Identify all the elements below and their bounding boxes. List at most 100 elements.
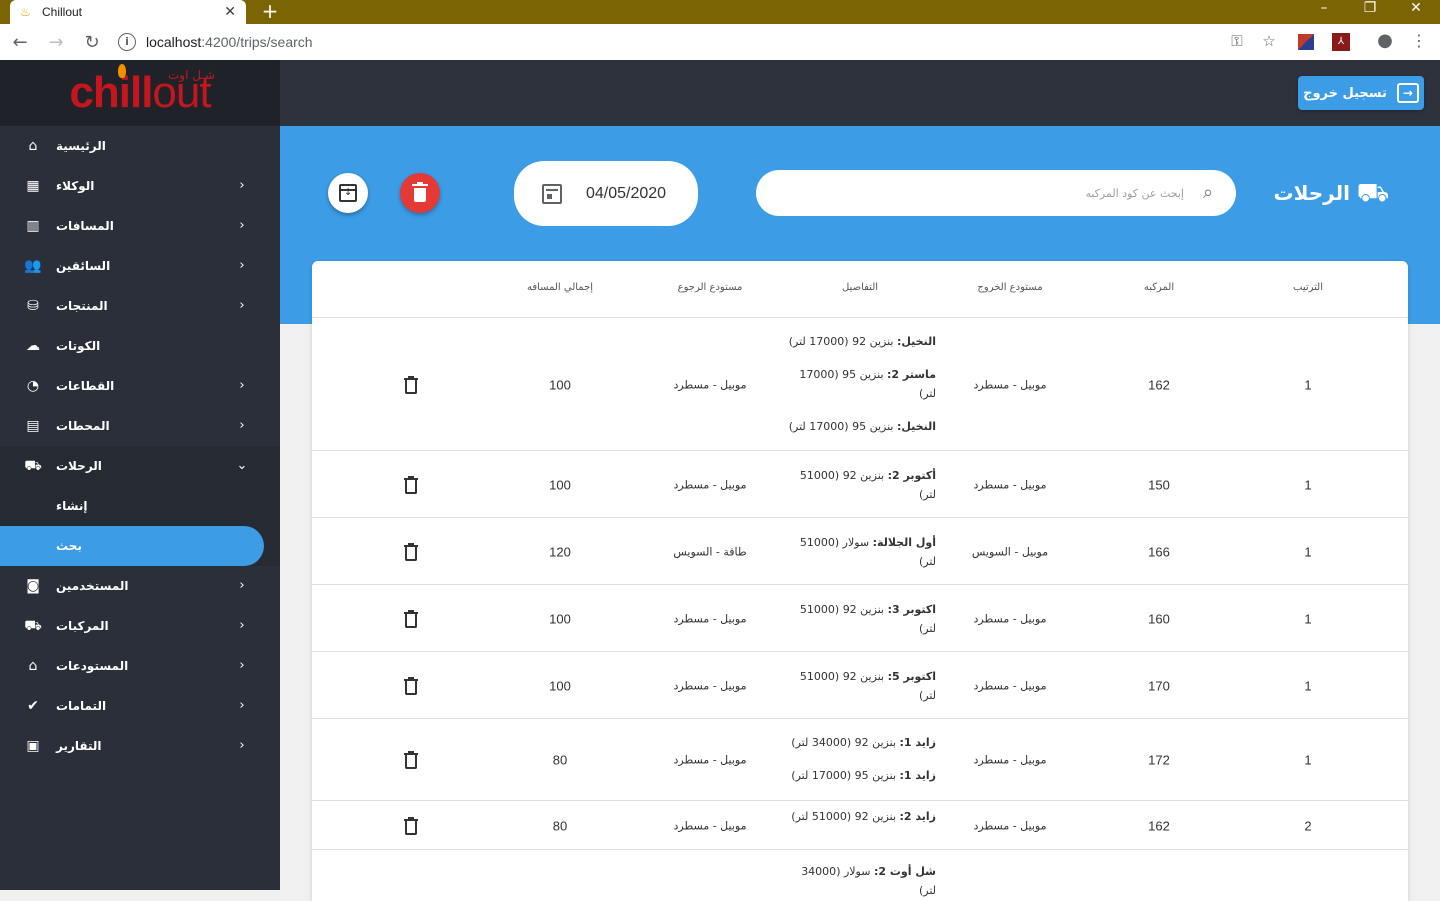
- sidebar-item-11[interactable]: ⌂ المستودعات ›: [0, 646, 280, 686]
- chevron-right-icon[interactable]: ›: [234, 178, 250, 194]
- sidebar-item-13[interactable]: ▣ التقارير ›: [0, 726, 280, 766]
- sidebar-item-12[interactable]: ✔ التمامات ›: [0, 686, 280, 726]
- cell-return-depot: موبيل - مسطرد: [673, 612, 747, 625]
- minimize-icon[interactable]: –: [1302, 0, 1346, 24]
- browser-tab[interactable]: ♨ Chillout ✕: [10, 0, 246, 24]
- delete-row-icon[interactable]: [404, 542, 418, 561]
- cell-details: زايد 1: بنزين 92 (34000 لتر) زايد 1: بنزي…: [786, 733, 936, 785]
- sidebar-item-4[interactable]: ⛁ المنتجات ›: [0, 286, 280, 326]
- sidebar-item-1[interactable]: ▦ الوكلاء ›: [0, 166, 280, 206]
- sidebar-item-9[interactable]: ◙ المستخدمين ›: [0, 566, 280, 606]
- chevron-right-icon[interactable]: ›: [234, 738, 250, 754]
- date-value[interactable]: 04/05/2020: [586, 185, 666, 203]
- sidebar-item-label: المنتجات: [56, 299, 108, 313]
- detail-line: ماستر 2: بنزين 95 (17000 لتر): [786, 365, 936, 403]
- sidebar-item-3[interactable]: 👥 السائقين ›: [0, 246, 280, 286]
- logo[interactable]: شـل اوت chillout: [0, 60, 280, 126]
- chevron-right-icon[interactable]: ›: [234, 658, 250, 674]
- sidebar-menu: ⌂ الرئيسية ▦ الوكلاء › ▥ المسافات › 👥 السائقين › ⛁ ا…: [0, 126, 280, 766]
- new-tab-icon[interactable]: +: [258, 0, 282, 24]
- window-close-icon[interactable]: ✕: [1394, 0, 1438, 24]
- back-arrow-icon[interactable]: ←: [4, 26, 36, 58]
- pdf-extension-icon[interactable]: ⅄: [1332, 33, 1350, 51]
- delete-row-icon[interactable]: [404, 609, 418, 628]
- profile-avatar-icon[interactable]: ●: [1374, 30, 1396, 52]
- archive-button[interactable]: [328, 173, 368, 213]
- chevron-down-icon[interactable]: ⌄: [234, 458, 250, 474]
- calendar-icon[interactable]: [542, 183, 562, 204]
- header-exit-depot[interactable]: مستودع الخروج: [977, 282, 1042, 293]
- sidebar-item-2[interactable]: ▥ المسافات ›: [0, 206, 280, 246]
- map-icon: ▥: [26, 218, 40, 234]
- page-title-group: الرحلات ⛟: [1273, 176, 1390, 210]
- sidebar-item-0[interactable]: ⌂ الرئيسية: [0, 126, 280, 166]
- detail-station: زايد 1:: [899, 736, 936, 749]
- search-input[interactable]: إبحث عن كود المركبه: [1085, 187, 1184, 200]
- chevron-right-icon[interactable]: ›: [234, 298, 250, 314]
- site-info-icon[interactable]: i: [118, 33, 136, 51]
- table-row[interactable]: شل أوت 2: سولار (34000 لتر): [312, 850, 1408, 901]
- forward-arrow-icon[interactable]: →: [40, 26, 72, 58]
- logout-button[interactable]: تسجيل خروج →: [1298, 76, 1424, 110]
- table-row[interactable]: 2 162 موبيل - مسطرد موبيل - مسطرد 80 زايد 2: …: [312, 801, 1408, 850]
- delete-row-icon[interactable]: [404, 375, 418, 394]
- chevron-right-icon[interactable]: ›: [234, 378, 250, 394]
- table-row[interactable]: 1 170 موبيل - مسطرد موبيل - مسطرد 100 اكتوبر …: [312, 652, 1408, 719]
- delete-row-icon[interactable]: [404, 676, 418, 695]
- header-return-depot[interactable]: مستودع الرجوع: [678, 282, 743, 293]
- sidebar-item-7[interactable]: ▤ المحطات ›: [0, 406, 280, 446]
- cell-return-depot: موبيل - مسطرد: [673, 679, 747, 692]
- page-title: الرحلات: [1273, 181, 1350, 205]
- sidebar-item-6[interactable]: ◔ القطاعات ›: [0, 366, 280, 406]
- sidebar-item-10[interactable]: ⛟ المركبات ›: [0, 606, 280, 646]
- chevron-right-icon[interactable]: ›: [234, 578, 250, 594]
- cell-exit-depot: موبيل - مسطرد: [973, 679, 1047, 692]
- extension-icon[interactable]: [1298, 34, 1314, 50]
- restore-icon[interactable]: ❐: [1348, 0, 1392, 24]
- detail-station: شل أوت 2:: [873, 865, 936, 878]
- table-row[interactable]: 1 160 موبيل - مسطرد موبيل - مسطرد 100 اكتوبر …: [312, 585, 1408, 652]
- delete-row-icon[interactable]: [404, 475, 418, 494]
- date-picker[interactable]: 04/05/2020: [514, 161, 698, 226]
- detail-line: زايد 2: بنزين 92 (51000 لتر): [786, 807, 936, 826]
- sidebar-item-5[interactable]: ☁ الكوتات: [0, 326, 280, 366]
- table-row[interactable]: 1 162 موبيل - مسطرد موبيل - مسطرد 100 النخيل:…: [312, 318, 1408, 451]
- chevron-right-icon[interactable]: ›: [234, 218, 250, 234]
- tab-close-icon[interactable]: ✕: [224, 4, 236, 20]
- cell-order: 1: [1304, 544, 1312, 559]
- header-vehicle[interactable]: المركبه: [1144, 282, 1174, 293]
- detail-line: النخيل: بنزين 92 (17000 لتر): [786, 332, 936, 351]
- cell-details: زايد 2: بنزين 92 (51000 لتر): [786, 807, 936, 826]
- header-details[interactable]: التفاصيل: [842, 282, 878, 293]
- sidebar-item-8[interactable]: ⛟ الرحلات ⌄: [0, 446, 280, 486]
- sidebar-item-label: الرحلات: [56, 459, 102, 473]
- detail-station: اكتوبر 3:: [887, 602, 936, 616]
- submenu-item-1[interactable]: بحث: [0, 526, 264, 566]
- sidebar-item-label: المسافات: [56, 219, 114, 233]
- address-bar[interactable]: i localhost:4200/trips/search: [110, 28, 1290, 56]
- chevron-right-icon[interactable]: ›: [234, 618, 250, 634]
- delete-row-icon[interactable]: [404, 816, 418, 835]
- chevron-right-icon[interactable]: ›: [234, 698, 250, 714]
- submenu-item-0[interactable]: إنشاء: [0, 486, 280, 526]
- header-total-distance[interactable]: إجمالي المسافه: [527, 282, 593, 293]
- delete-all-button[interactable]: [400, 173, 440, 213]
- browser-menu-icon[interactable]: ⋮: [1408, 30, 1430, 52]
- table-row[interactable]: 1 150 موبيل - مسطرد موبيل - مسطرد 100 أكتوبر …: [312, 451, 1408, 518]
- cell-total-distance: 80: [552, 818, 568, 833]
- chevron-right-icon[interactable]: ›: [234, 258, 250, 274]
- detail-line: أكتوبر 2: بنزين 92 (51000 لتر): [786, 466, 936, 504]
- bookmark-star-icon[interactable]: ☆: [1258, 30, 1280, 52]
- sidebar-item-label: المركبات: [56, 619, 109, 633]
- table-row[interactable]: 1 166 موبيل - السويس طاقة - السويس 120 أول ال…: [312, 518, 1408, 585]
- reload-icon[interactable]: ↻: [76, 26, 108, 58]
- cell-total-distance: 100: [549, 477, 571, 492]
- key-icon[interactable]: ⚿: [1226, 30, 1248, 52]
- delete-row-icon[interactable]: [404, 751, 418, 769]
- search-icon[interactable]: ⌕: [1198, 183, 1218, 203]
- table-row[interactable]: 1 172 موبيل - مسطرد موبيل - مسطرد 80 زايد 1: …: [312, 719, 1408, 801]
- header-order[interactable]: الترتيب: [1293, 282, 1323, 293]
- search-field[interactable]: إبحث عن كود المركبه ⌕: [756, 170, 1236, 216]
- detail-station: زايد 2:: [899, 809, 936, 823]
- chevron-right-icon[interactable]: ›: [234, 418, 250, 434]
